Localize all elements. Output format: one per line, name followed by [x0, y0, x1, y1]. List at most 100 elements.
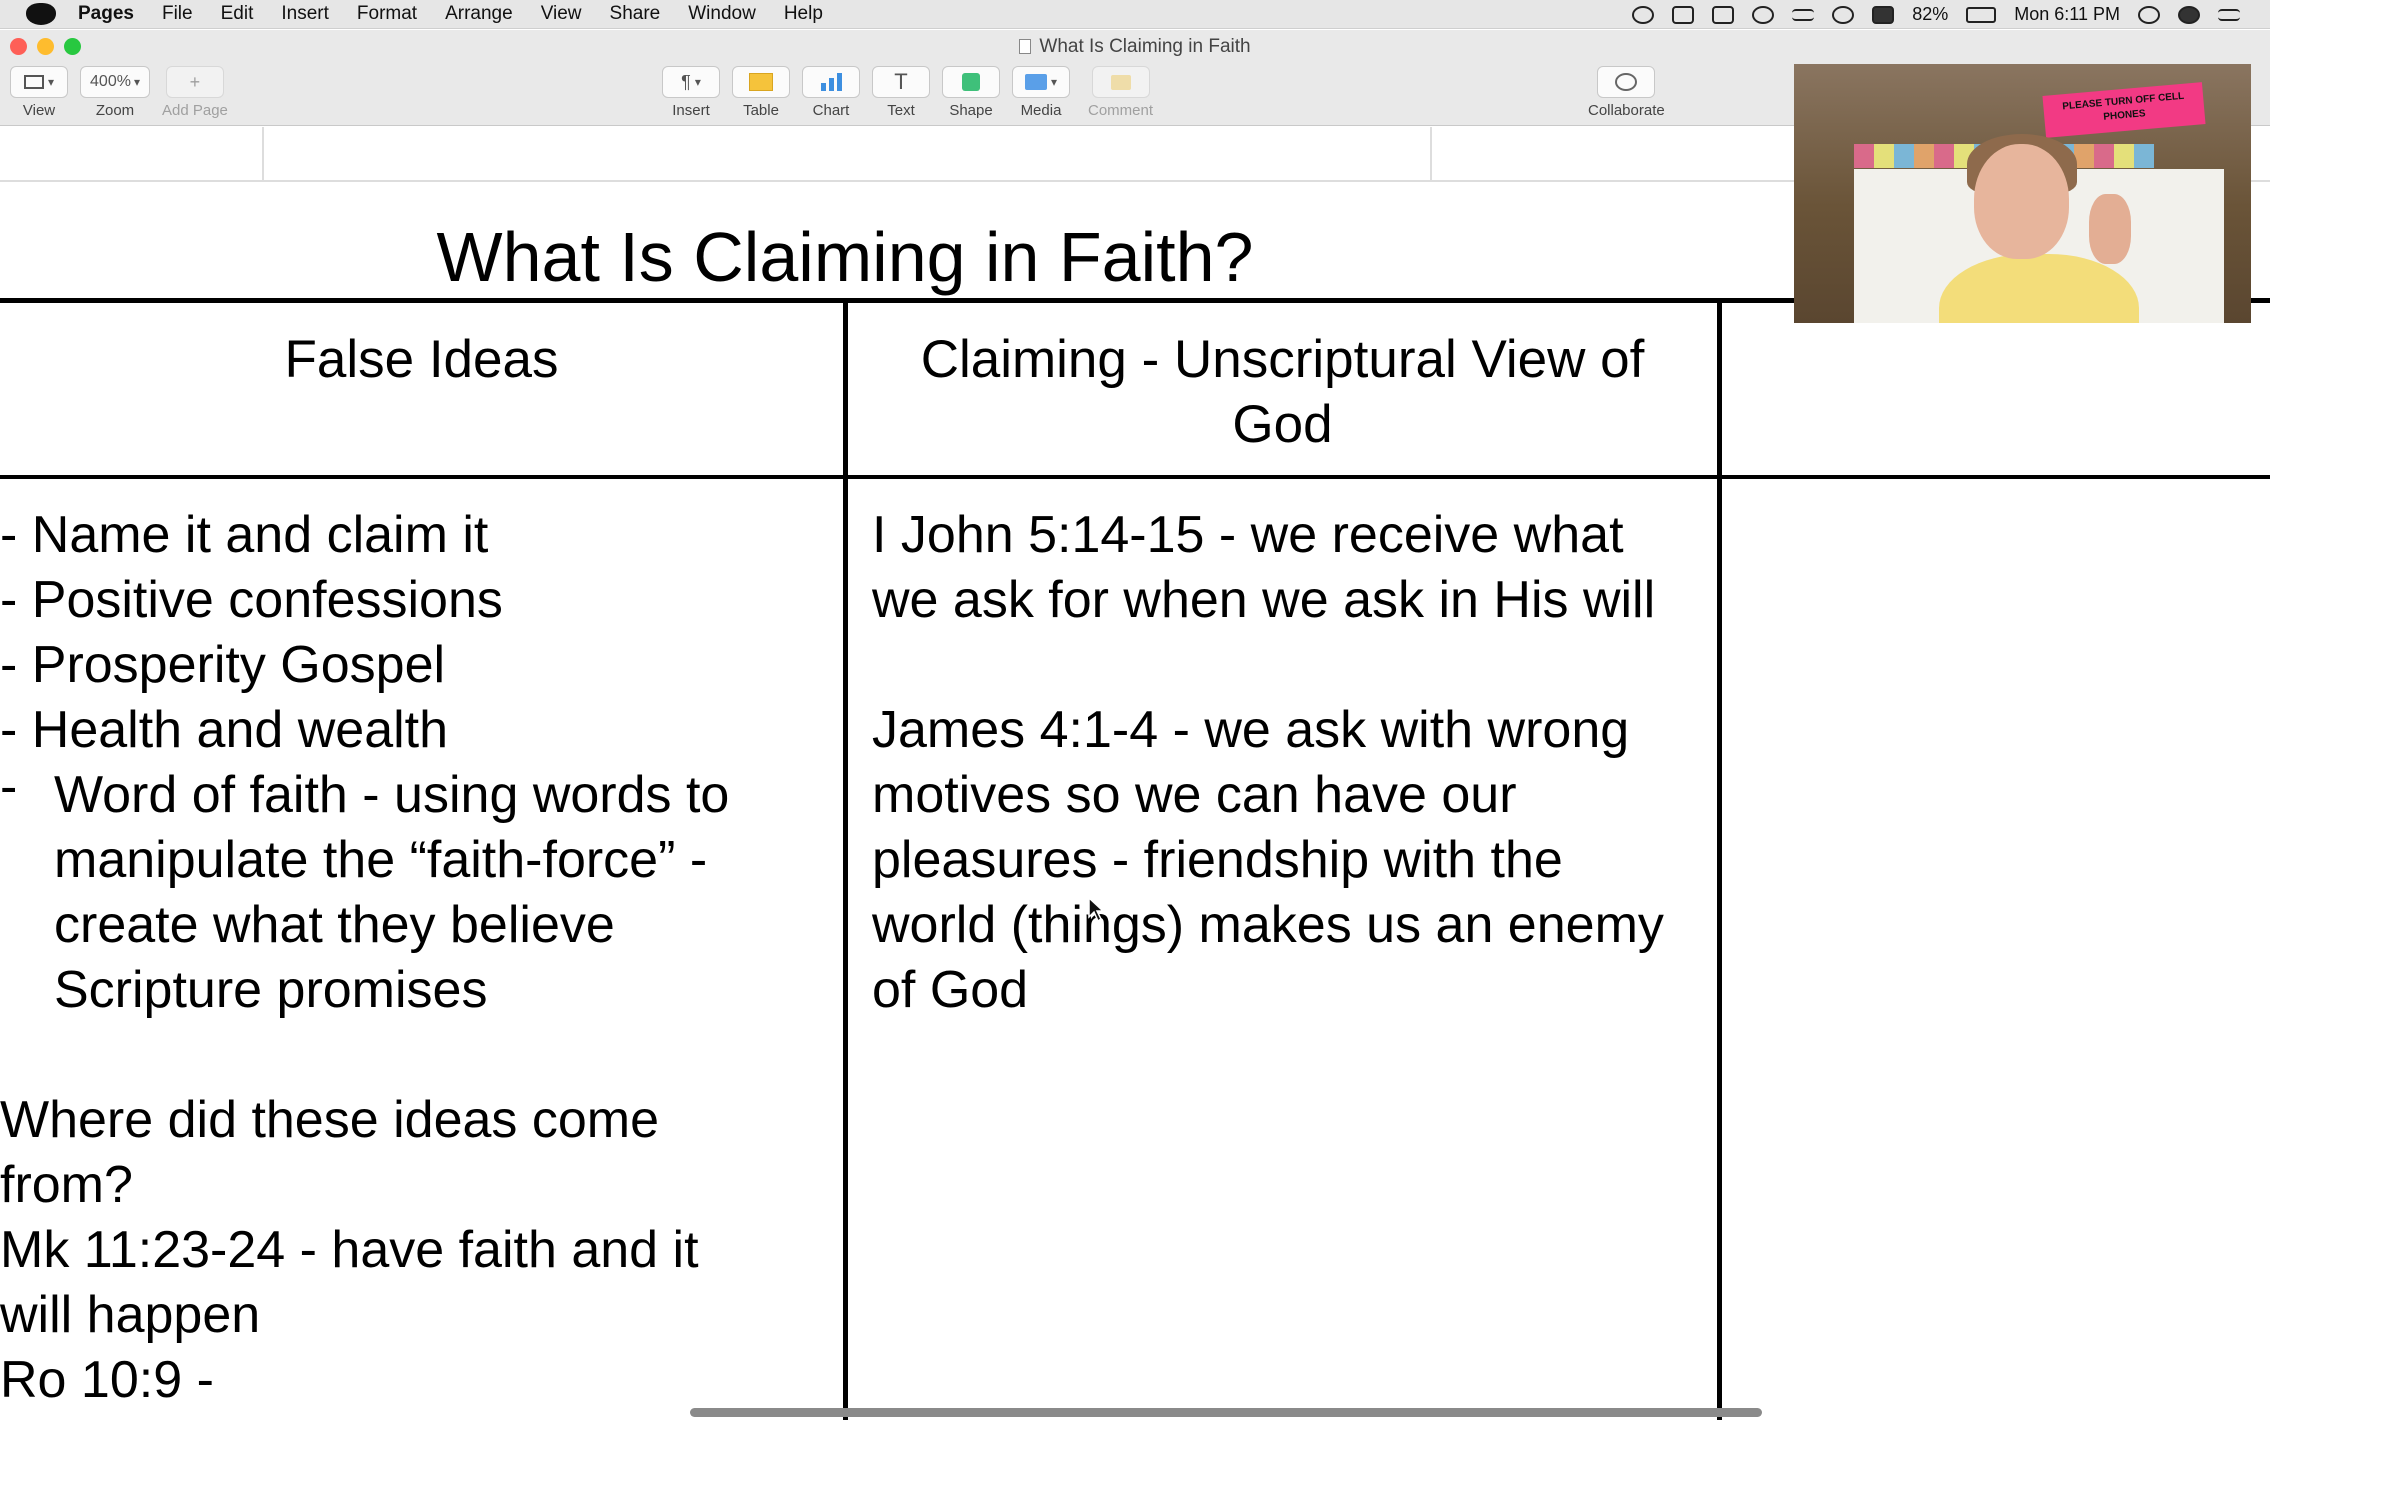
chevron-down-icon: ▾ [47, 75, 55, 89]
view-label: View [22, 102, 56, 119]
margin-guide-left [262, 127, 264, 182]
header-line: Claiming - Unscriptural View of [920, 330, 1645, 389]
window-title-text: What Is Claiming in Faith [1039, 36, 1251, 57]
body-line: Ro 10:9 - [0, 1351, 214, 1409]
time-machine-icon[interactable] [1752, 5, 1775, 24]
body-line: I John 5:14-15 - we receive what [872, 506, 1624, 564]
screen-share-icon[interactable] [1672, 5, 1695, 24]
insert-label: Insert [672, 102, 710, 119]
table-button[interactable] [732, 66, 790, 98]
battery-percent: 82% [1912, 4, 1949, 24]
insert-button[interactable]: ¶ ▾ [662, 66, 720, 98]
body-line: Mk 11:23-24 - have faith and it [0, 1221, 699, 1279]
cell-claiming-body[interactable]: I John 5:14-15 - we receive what we ask … [872, 503, 1717, 1023]
list-item-continued: create what they believe [54, 896, 615, 954]
wifi-icon[interactable] [1832, 5, 1855, 24]
insert-tool: ¶ ▾ Insert [662, 66, 720, 119]
body-line: James 4:1-4 - we ask with wrong [872, 701, 1630, 759]
webcam-person-head [1974, 144, 2069, 259]
menu-view[interactable]: View [541, 3, 582, 25]
chevron-down-icon: ▾ [1050, 75, 1058, 89]
table-column-divider-1 [843, 298, 848, 1420]
list-item: - Positive confessions [0, 571, 503, 629]
volume-icon[interactable] [1872, 5, 1895, 24]
menu-app[interactable]: Pages [78, 3, 134, 25]
list-item-continued: Scripture promises [54, 961, 488, 1019]
screen: Pages File Edit Insert Format Arrange Vi… [0, 0, 2400, 1500]
list-dash: - [0, 758, 18, 816]
chart-tool: Chart [802, 66, 860, 119]
comment-button[interactable] [1091, 66, 1150, 98]
chevron-down-icon: ▾ [694, 75, 701, 89]
text-icon: T [894, 69, 908, 94]
table-tool: Table [732, 66, 790, 119]
add-page-tool: + Add Page [162, 66, 228, 119]
body-line: motives so we can have our [872, 766, 1517, 824]
bluetooth-icon[interactable] [1792, 8, 1815, 21]
column-header-claiming[interactable]: Claiming - Unscriptural View of God [848, 327, 1717, 457]
webcam-person-body [1939, 254, 2139, 323]
body-line: Where did these ideas come [0, 1091, 660, 1149]
siri-icon[interactable] [2178, 5, 2200, 24]
text-button[interactable]: T [872, 66, 930, 98]
menu-share[interactable]: Share [610, 3, 661, 25]
horizontal-scrollbar[interactable] [690, 1408, 1762, 1417]
cell-false-ideas-body[interactable]: - Name it and claim it - Positive confes… [0, 503, 843, 1413]
zoom-select[interactable]: 400% ▾ [80, 66, 150, 98]
body-line: from? [0, 1156, 133, 1214]
battery-icon[interactable] [1966, 6, 1997, 23]
collaborate-button[interactable] [1597, 66, 1656, 98]
media-button[interactable]: ▾ [1012, 66, 1070, 98]
chevron-down-icon: ▾ [133, 75, 140, 89]
add-page-label: Add Page [162, 102, 228, 119]
menu-insert[interactable]: Insert [281, 3, 329, 25]
menu-arrange[interactable]: Arrange [445, 3, 513, 25]
document-icon [1019, 39, 1032, 54]
collaborate-icon [1615, 73, 1638, 91]
plus-icon: + [189, 71, 201, 92]
collaborate-label: Collaborate [1588, 102, 1665, 119]
list-item: - Health and wealth [0, 701, 449, 759]
text-label: Text [887, 102, 915, 119]
body-line: world (things) makes us an enemy [872, 896, 1664, 954]
menu-window[interactable]: Window [688, 3, 756, 25]
comment-tool: Comment [1088, 66, 1153, 119]
media-label: Media [1020, 102, 1062, 119]
shape-button[interactable] [942, 66, 1000, 98]
margin-guide-right [1430, 127, 1432, 182]
menu-format[interactable]: Format [357, 3, 417, 25]
webcam-person [1939, 134, 2139, 323]
table-header-border [0, 475, 2270, 479]
media-tool: ▾ Media [1012, 66, 1070, 119]
creative-cloud-icon[interactable] [1632, 5, 1655, 24]
shape-tool: Shape [942, 66, 1000, 119]
list-item: - Prosperity Gospel [0, 636, 446, 694]
webcam-person-hand [2089, 194, 2131, 264]
chart-button[interactable] [802, 66, 860, 98]
paragraph-icon: ¶ [681, 71, 691, 92]
menu-file[interactable]: File [162, 3, 193, 25]
table-column-divider-2 [1717, 298, 1722, 1420]
table-icon [749, 73, 773, 91]
clock[interactable]: Mon 6:11 PM [2014, 4, 2120, 25]
window-title: What Is Claiming in Faith [0, 36, 2270, 58]
view-button[interactable]: ▾ [10, 66, 68, 98]
airplay-icon[interactable] [1712, 5, 1735, 24]
spotlight-search-icon[interactable] [2138, 5, 2160, 24]
zoom-tool: 400% ▾ Zoom [80, 66, 150, 119]
list-item-text: Word of faith - using words to [54, 766, 730, 824]
body-line: will happen [0, 1286, 261, 1344]
menu-edit[interactable]: Edit [221, 3, 254, 25]
menu-help[interactable]: Help [784, 3, 823, 25]
add-page-button[interactable]: + [165, 66, 224, 98]
column-header-false-ideas[interactable]: False Ideas [0, 327, 843, 392]
apple-icon[interactable] [26, 3, 56, 25]
view-tool: ▾ View [10, 66, 68, 119]
document-title[interactable]: What Is Claiming in Faith? [0, 217, 1690, 297]
notification-center-icon[interactable] [2218, 8, 2240, 21]
menu-bar: Pages File Edit Insert Format Arrange Vi… [0, 0, 2270, 29]
table-label: Table [743, 102, 779, 119]
header-line: God [1232, 395, 1333, 454]
